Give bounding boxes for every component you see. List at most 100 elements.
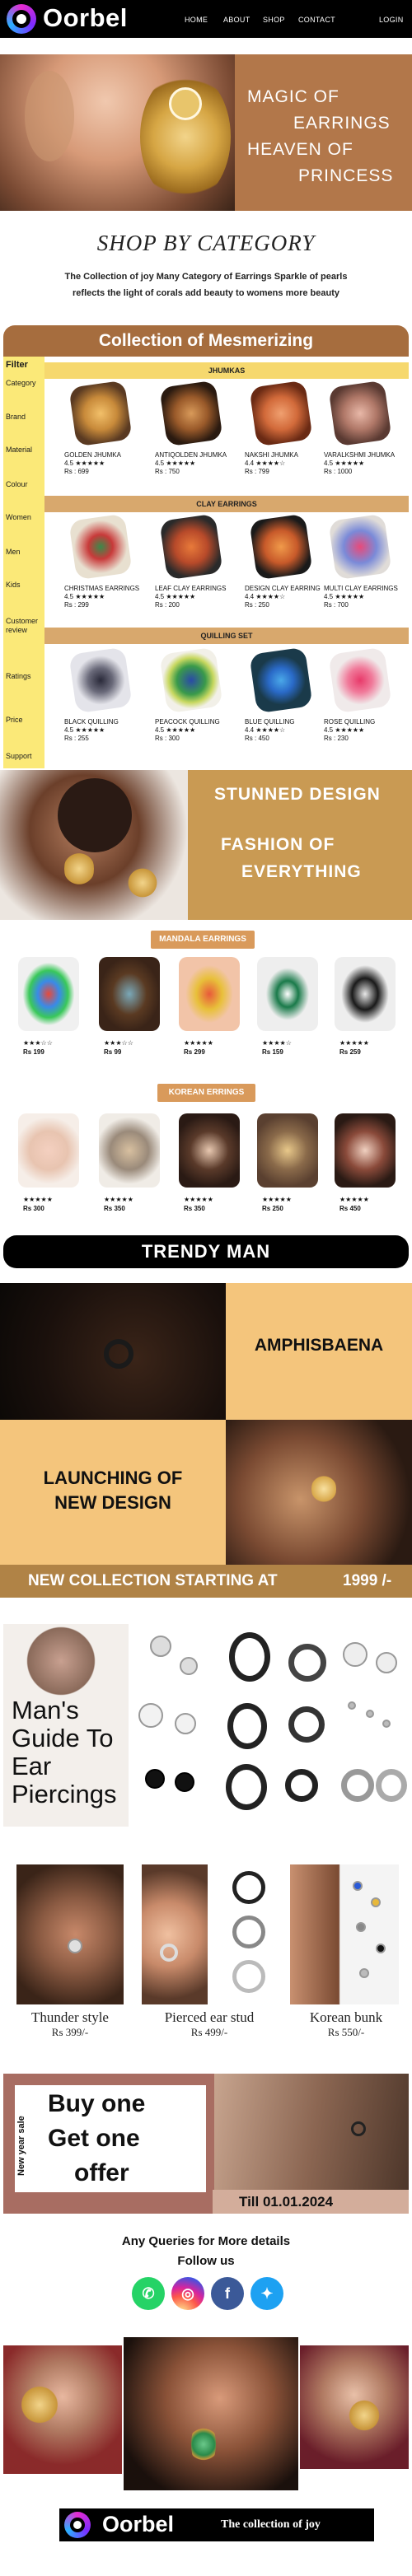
guide-line-2: Guide To [12,1724,114,1752]
product-price: Rs 299 [184,1048,205,1056]
product-price: Rs 450 [339,1205,361,1212]
collection-title: Collection of Mesmerizing [3,325,409,357]
whatsapp-icon[interactable]: ✆ [132,2277,165,2310]
queries-text: Any Queries for More details [121,2234,291,2248]
product-price: Rs : 230 [324,735,349,742]
amphis-title: AMPHISBAENA [254,1336,384,1355]
guide-line-4: Piercings [12,1780,117,1808]
product-image[interactable] [328,513,392,581]
product-image[interactable] [257,1113,318,1188]
product-price: Rs : 450 [245,735,269,742]
product-price: Rs 300 [23,1205,44,1212]
product-price: Rs : 700 [324,601,349,609]
product-image[interactable] [335,957,396,1031]
page: Oorbel HOME ABOUT SHOP CONTACT LOGIN MAG… [0,0,412,2576]
product-image[interactable] [68,513,133,581]
footer-brand[interactable]: Oorbel [102,2512,174,2537]
model-image [0,770,188,920]
new-collection-bar: NEW COLLECTION STARTING AT 1999 /- [0,1565,412,1598]
product-price: Rs 350 [184,1205,205,1212]
product-name: NAKSHI JHUMKA [245,451,298,459]
product-image[interactable] [99,957,160,1031]
thunder-style-image[interactable] [16,1864,124,2004]
product-rating: 4.5 ★★★★★ [155,726,196,734]
product-name: ROSE QUILLING [324,718,376,726]
product-rating: ★★★☆☆ [23,1039,53,1047]
filter-price[interactable]: Price [6,716,23,724]
product-image[interactable] [335,1113,396,1188]
product-price: Rs : 799 [245,468,269,475]
korean-bunk-image[interactable] [290,1864,399,2004]
product-price: Rs : 300 [155,735,180,742]
product-rating: 4.5 ★★★★★ [64,726,105,734]
stunned-line-3: EVERYTHING [241,862,362,881]
product-image[interactable] [257,957,318,1031]
guide-text: Man's Guide To Ear Piercings [12,1696,117,1808]
logo-icon[interactable] [7,4,36,34]
guide-line-1: Man's [12,1696,79,1724]
product-name: LEAF CLAY EARRINGS [155,585,227,592]
nav-shop[interactable]: SHOP [263,16,285,24]
group-jhumkas-title: JHUMKAS [44,362,409,379]
product-image[interactable] [328,380,392,447]
product-rating: ★★★★★ [184,1196,213,1203]
product-image[interactable] [68,646,133,714]
product-rating: ★★★★★ [339,1039,369,1047]
stunned-line-1: STUNNED DESIGN [214,785,381,804]
product-rating: 4.5 ★★★★★ [324,593,365,600]
product-image[interactable] [18,1113,79,1188]
style-price: Rs 550/- [327,2026,365,2038]
nav-contact[interactable]: CONTACT [298,16,335,24]
earring-icon [311,1472,336,1505]
product-image[interactable] [328,646,392,714]
earring-icon [68,1939,82,1953]
product-price: Rs : 1000 [324,468,353,475]
stunned-line-2: FASHION OF [221,835,335,854]
filter-colour[interactable]: Colour [6,480,28,488]
brand-name[interactable]: Oorbel [43,3,128,33]
filter-customer-review[interactable]: Customer review [6,617,44,635]
hoops-image[interactable] [216,1864,285,2004]
product-image[interactable] [18,957,79,1031]
product-price: Rs : 200 [155,601,180,609]
product-price: Rs : 699 [64,468,89,475]
filter-men[interactable]: Men [6,548,21,556]
category-title: SHOP BY CATEGORY [96,231,316,255]
product-image[interactable] [179,1113,240,1188]
product-price: Rs 159 [262,1048,283,1056]
product-image[interactable] [249,513,313,581]
nav-about[interactable]: ABOUT [223,16,250,24]
filter-support[interactable]: Support [6,752,32,760]
product-image[interactable] [159,513,223,581]
filter-brand[interactable]: Brand [6,413,26,421]
filter-material[interactable]: Material [6,446,32,454]
product-image[interactable] [68,380,133,447]
product-image[interactable] [159,646,223,714]
filter-ratings[interactable]: Ratings [6,672,31,680]
product-image[interactable] [159,380,223,447]
product-rating: 4.4 ★★★★☆ [245,460,286,467]
earring-icon [191,2420,216,2469]
facebook-icon[interactable]: f [211,2277,244,2310]
product-image[interactable] [249,646,313,714]
product-name: DESIGN CLAY EARRING [245,585,321,592]
logo-icon[interactable] [64,2512,91,2538]
twitter-icon[interactable]: ✦ [250,2277,283,2310]
nav-login[interactable]: LOGIN [379,16,404,24]
filter-women[interactable]: Women [6,513,31,521]
nav-home[interactable]: HOME [185,16,208,24]
amphis-panel: AMPHISBAENA [226,1283,412,1420]
product-image[interactable] [249,380,313,447]
earring-icon [21,2378,58,2431]
hoop-icon [229,1632,270,1682]
guide-line-3: Ear [12,1752,52,1780]
piercings-grid [130,1624,409,1827]
instagram-icon[interactable]: ◎ [171,2277,204,2310]
filter-kids[interactable]: Kids [6,581,21,589]
product-image[interactable] [179,957,240,1031]
filter-category[interactable]: Category [6,379,36,387]
pierced-stud-image[interactable] [142,1864,208,2004]
product-image[interactable] [99,1113,160,1188]
offer-line-1: Buy one [48,2090,146,2117]
product-rating: 4.5 ★★★★★ [155,593,196,600]
